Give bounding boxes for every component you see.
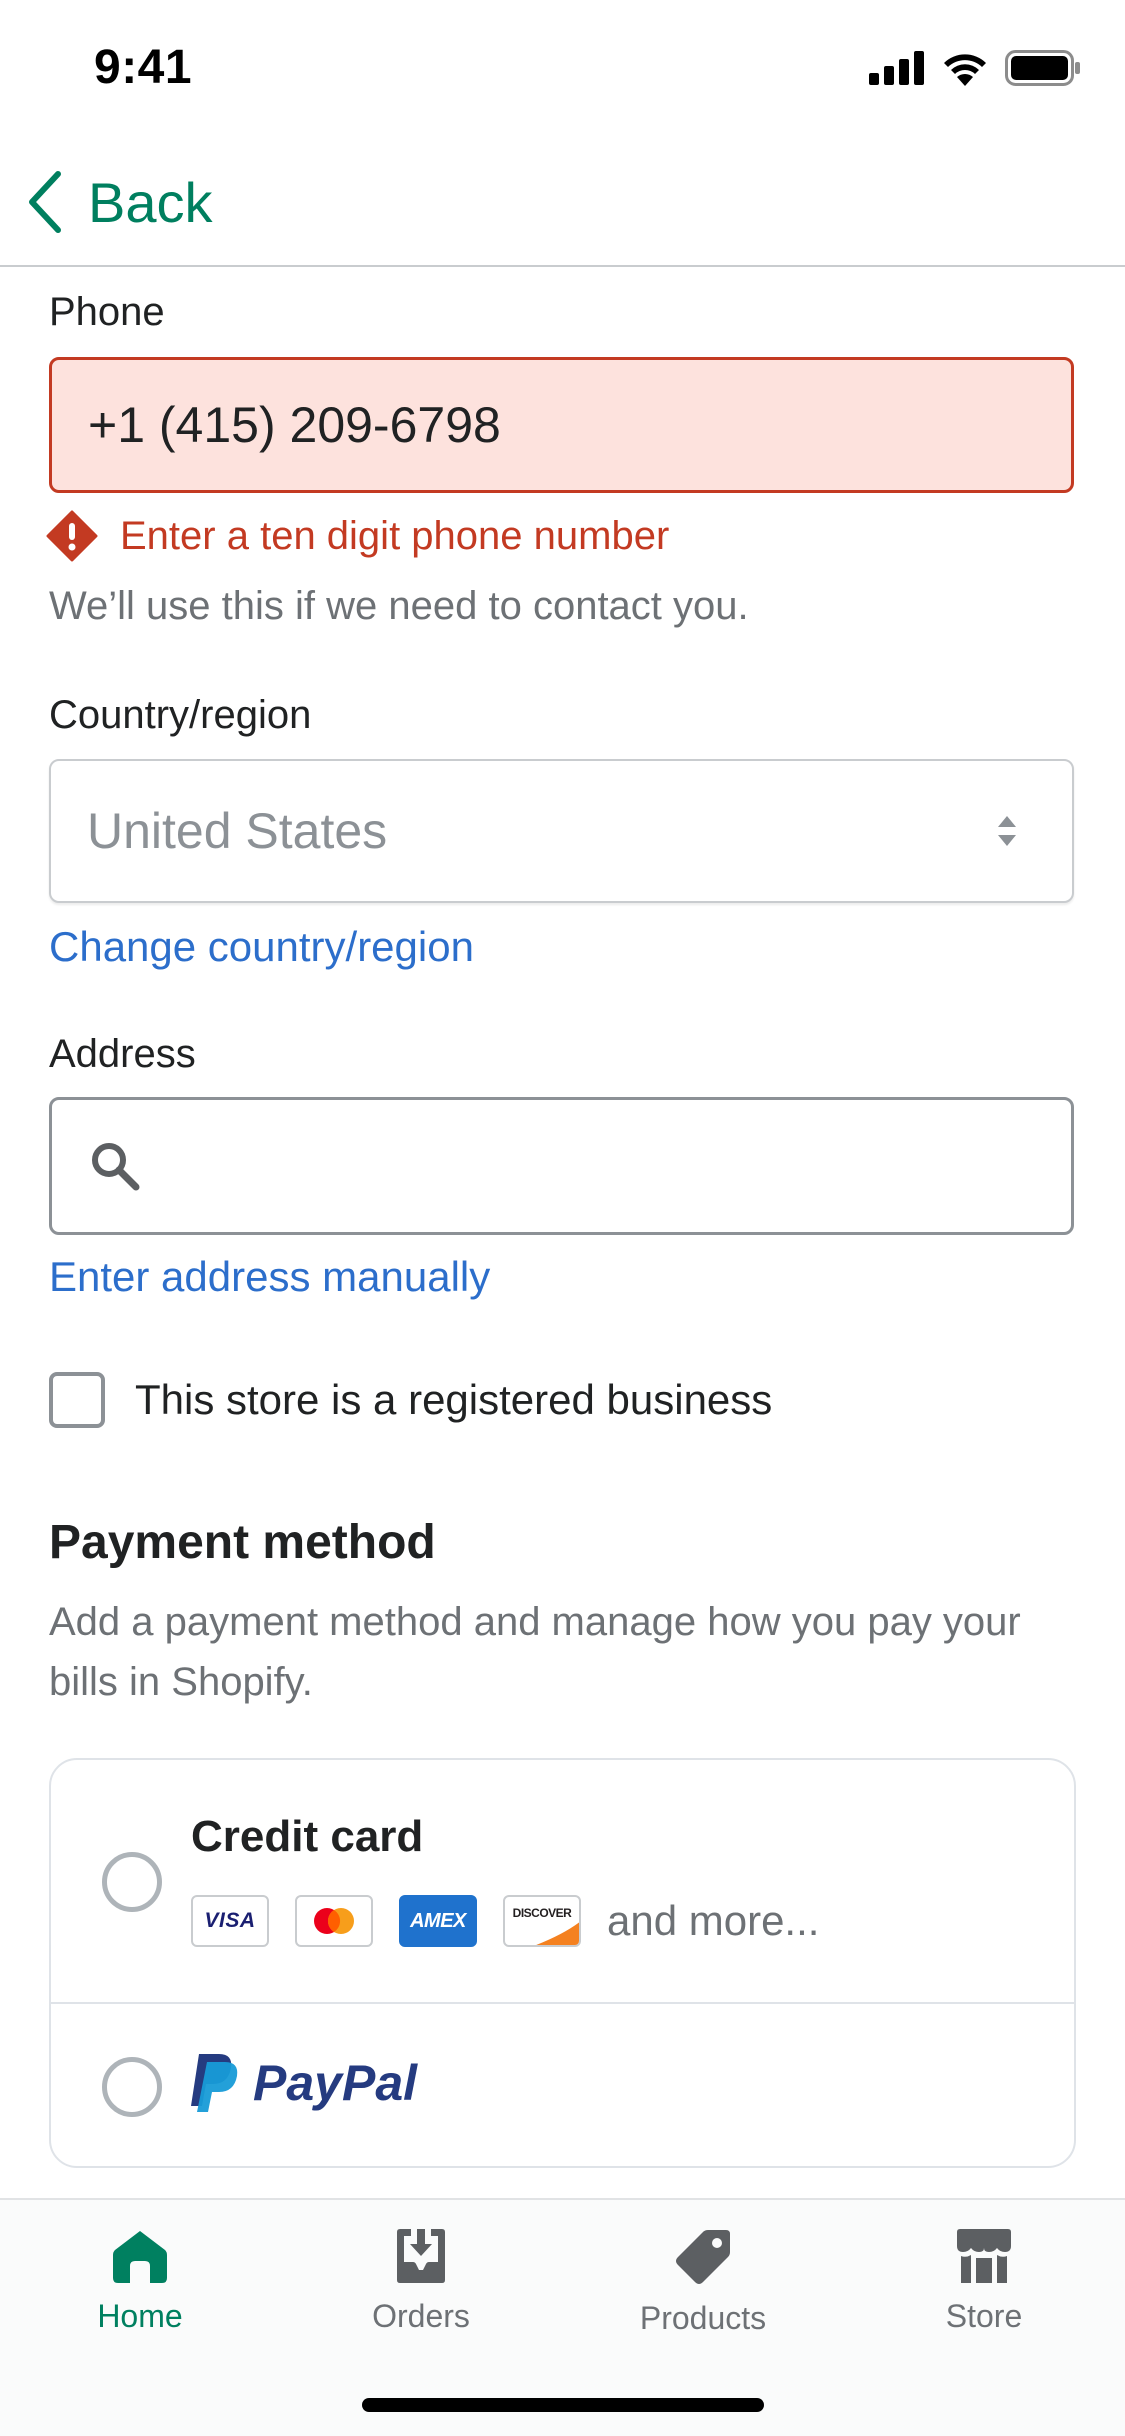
registered-business-checkbox-row[interactable]: This store is a registered business (49, 1368, 772, 1432)
select-arrows-icon (998, 816, 1016, 846)
address-search-input[interactable] (49, 1097, 1074, 1235)
tab-home[interactable]: Home (40, 2228, 240, 2358)
phone-value: +1 (415) 209-6798 (88, 397, 501, 453)
paypal-logo: PayPal (189, 2052, 419, 2119)
payment-options-card: Credit card VISA mastercard AMEX (49, 1758, 1076, 2168)
battery-icon (1005, 50, 1080, 86)
and-more-text: and more... (607, 1897, 820, 1944)
mastercard-logo: mastercard (295, 1895, 373, 1947)
status-time: 9:41 (94, 41, 193, 94)
country-selected-value: United States (87, 803, 388, 859)
home-indicator (362, 2398, 764, 2412)
wifi-icon (944, 54, 986, 86)
phone-label: Phone (49, 290, 165, 334)
visa-logo: VISA (191, 1895, 269, 1947)
error-icon (46, 510, 98, 562)
payment-method-title: Payment method (49, 1516, 436, 1569)
registered-business-checkbox[interactable] (49, 1372, 105, 1428)
registered-business-label: This store is a registered business (135, 1376, 773, 1423)
tab-orders[interactable]: Orders (321, 2228, 521, 2358)
tab-home-label: Home (97, 2298, 183, 2334)
address-label: Address (49, 1032, 196, 1076)
credit-card-option[interactable]: Credit card VISA mastercard AMEX (51, 1760, 1074, 2004)
status-bar: 9:41 (0, 0, 1125, 135)
back-label: Back (88, 170, 213, 234)
credit-card-radio[interactable] (102, 1852, 162, 1912)
enter-address-manually-link[interactable]: Enter address manually (49, 1253, 490, 1301)
paypal-radio[interactable] (102, 2057, 162, 2117)
tab-store-label: Store (945, 2298, 1023, 2334)
orders-icon (397, 2229, 445, 2283)
phone-error-text: Enter a ten digit phone number (120, 513, 670, 558)
search-icon (92, 1143, 140, 1191)
back-button[interactable]: Back (24, 167, 213, 237)
tab-orders-label: Orders (372, 2298, 470, 2334)
status-icons (869, 50, 1081, 86)
country-select[interactable]: United States (49, 759, 1074, 903)
tab-products[interactable]: Products (603, 2228, 803, 2358)
nav-bar: Back (0, 135, 1125, 267)
tab-store[interactable]: Store (884, 2228, 1084, 2358)
paypal-option[interactable]: PayPal (51, 2004, 1074, 2166)
phone-error: Enter a ten digit phone number (46, 508, 669, 564)
credit-card-title: Credit card (191, 1812, 424, 1861)
home-icon (113, 2231, 167, 2283)
app-screen: 9:41 Back Phone +1 (415) 209-6798 Enter … (0, 0, 1125, 2436)
country-label: Country/region (49, 693, 312, 737)
card-brand-logos: VISA mastercard AMEX DISCOVER (191, 1894, 819, 1948)
chevron-left-icon (29, 171, 61, 233)
discover-logo: DISCOVER (503, 1895, 581, 1947)
phone-help-text: We’ll use this if we need to contact you… (49, 584, 749, 628)
tag-icon (676, 2230, 730, 2284)
svg-text:PayPal: PayPal (253, 2055, 418, 2111)
tab-products-label: Products (639, 2300, 767, 2336)
phone-input[interactable]: +1 (415) 209-6798 (49, 357, 1074, 493)
payment-method-description: Add a payment method and manage how you … (49, 1600, 1021, 1704)
store-icon (957, 2229, 1011, 2283)
amex-logo: AMEX (399, 1895, 477, 1947)
cellular-signal-icon (869, 51, 924, 85)
change-country-link[interactable]: Change country/region (49, 923, 474, 971)
